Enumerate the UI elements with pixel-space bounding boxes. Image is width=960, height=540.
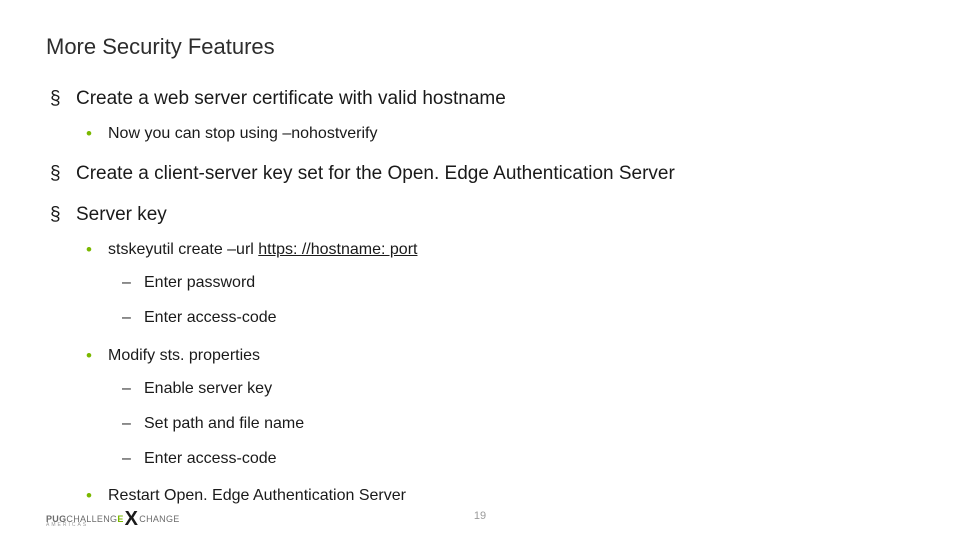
slide-title: More Security Features xyxy=(46,34,914,60)
bullet-text: Enter access-code xyxy=(144,309,277,326)
subbullet-modify-sts: Modify sts. properties Enable server key… xyxy=(80,344,914,471)
logo-change: CHANGE xyxy=(139,514,179,524)
bullet-text: Enter password xyxy=(144,274,255,291)
page-number: 19 xyxy=(474,510,486,522)
sub2-set-path: Set path and file name xyxy=(120,412,914,435)
bullet-text: Enter access-code xyxy=(144,450,277,467)
logo-x-icon: X xyxy=(125,513,139,525)
subbullet-nohostverify: Now you can stop using –nohostverify xyxy=(80,122,914,145)
bullet-text: Now you can stop using –nohostverify xyxy=(108,125,377,142)
bullet-client-server-keyset: Create a client-server key set for the O… xyxy=(46,161,914,187)
bullet-server-key: Server key stskeyutil create –url https:… xyxy=(46,202,914,507)
bullet-text: Create a client-server key set for the O… xyxy=(76,163,675,184)
sub2-enable-server-key: Enable server key xyxy=(120,377,914,400)
sub2-enter-access-code: Enter access-code xyxy=(120,306,914,329)
sub2-enter-password: Enter password xyxy=(120,271,914,294)
bullet-text: Set path and file name xyxy=(144,415,304,432)
url-link[interactable]: https: //hostname: port xyxy=(258,241,417,258)
sub2-enter-access-code-2: Enter access-code xyxy=(120,447,914,470)
subbullet-stskeyutil: stskeyutil create –url https: //hostname… xyxy=(80,238,914,330)
logo-e: E xyxy=(117,514,123,524)
footer-logo: PUGCHALLENGEXCHANGE AMERICAS xyxy=(46,510,180,524)
bullet-text: Enable server key xyxy=(144,380,272,397)
bullet-text: Create a web server certificate with val… xyxy=(76,88,506,109)
bullet-list: Create a web server certificate with val… xyxy=(46,86,914,508)
subbullet-restart: Restart Open. Edge Authentication Server xyxy=(80,484,914,507)
logo-subtext: AMERICAS xyxy=(46,522,88,528)
bullet-text: Modify sts. properties xyxy=(108,347,260,364)
bullet-text: Restart Open. Edge Authentication Server xyxy=(108,487,406,504)
slide-body: More Security Features Create a web serv… xyxy=(0,0,960,508)
bullet-web-cert: Create a web server certificate with val… xyxy=(46,86,914,145)
bullet-text: stskeyutil create –url xyxy=(108,241,258,258)
bullet-text: Server key xyxy=(76,204,167,225)
